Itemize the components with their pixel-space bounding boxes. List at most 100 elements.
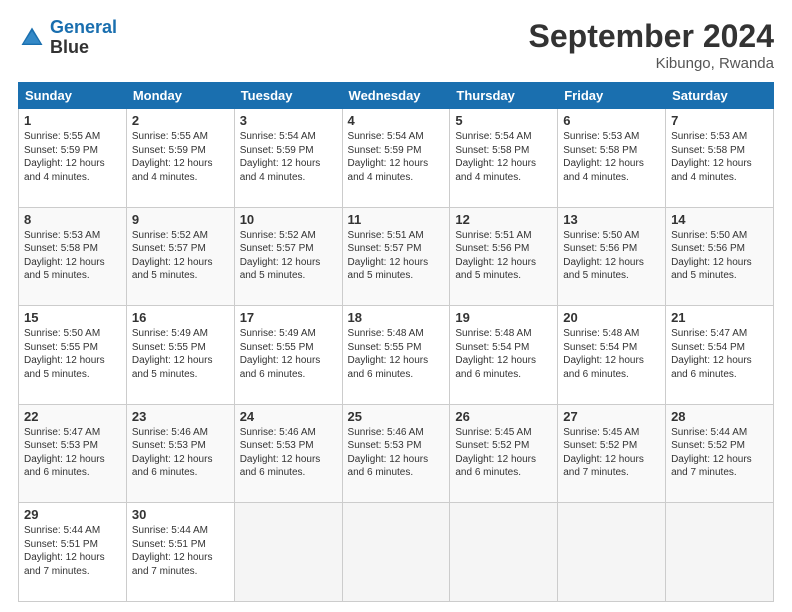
day-number: 27 [563,409,660,424]
day-number: 30 [132,507,229,522]
table-row: 26 Sunrise: 5:45 AM Sunset: 5:52 PM Dayl… [450,404,558,503]
day-number: 10 [240,212,337,227]
calendar-header-row: Sunday Monday Tuesday Wednesday Thursday… [19,83,774,109]
day-number: 6 [563,113,660,128]
table-row: 1 Sunrise: 5:55 AM Sunset: 5:59 PM Dayli… [19,109,127,208]
table-row: 30 Sunrise: 5:44 AM Sunset: 5:51 PM Dayl… [126,503,234,602]
table-row: 23 Sunrise: 5:46 AM Sunset: 5:53 PM Dayl… [126,404,234,503]
logo-icon [18,24,46,52]
table-row [666,503,774,602]
calendar-week-row: 1 Sunrise: 5:55 AM Sunset: 5:59 PM Dayli… [19,109,774,208]
logo-text: General Blue [50,18,117,58]
day-info: Sunrise: 5:48 AM Sunset: 5:54 PM Dayligh… [563,327,660,381]
day-info: Sunrise: 5:46 AM Sunset: 5:53 PM Dayligh… [240,426,337,480]
day-info: Sunrise: 5:49 AM Sunset: 5:55 PM Dayligh… [132,327,229,381]
day-info: Sunrise: 5:55 AM Sunset: 5:59 PM Dayligh… [24,130,121,184]
day-info: Sunrise: 5:55 AM Sunset: 5:59 PM Dayligh… [132,130,229,184]
day-number: 15 [24,310,121,325]
day-info: Sunrise: 5:50 AM Sunset: 5:56 PM Dayligh… [563,229,660,283]
title-block: September 2024 Kibungo, Rwanda [529,18,774,72]
calendar-table: Sunday Monday Tuesday Wednesday Thursday… [18,82,774,602]
day-number: 21 [671,310,768,325]
month-title: September 2024 [529,18,774,55]
calendar-week-row: 15 Sunrise: 5:50 AM Sunset: 5:55 PM Dayl… [19,306,774,405]
calendar-week-row: 29 Sunrise: 5:44 AM Sunset: 5:51 PM Dayl… [19,503,774,602]
day-number: 8 [24,212,121,227]
day-info: Sunrise: 5:47 AM Sunset: 5:53 PM Dayligh… [24,426,121,480]
day-number: 7 [671,113,768,128]
day-number: 16 [132,310,229,325]
day-number: 25 [348,409,445,424]
col-monday: Monday [126,83,234,109]
day-info: Sunrise: 5:46 AM Sunset: 5:53 PM Dayligh… [348,426,445,480]
table-row [342,503,450,602]
table-row: 2 Sunrise: 5:55 AM Sunset: 5:59 PM Dayli… [126,109,234,208]
day-number: 2 [132,113,229,128]
calendar-week-row: 8 Sunrise: 5:53 AM Sunset: 5:58 PM Dayli… [19,207,774,306]
day-number: 11 [348,212,445,227]
header: General Blue September 2024 Kibungo, Rwa… [18,18,774,72]
page: General Blue September 2024 Kibungo, Rwa… [0,0,792,612]
table-row: 18 Sunrise: 5:48 AM Sunset: 5:55 PM Dayl… [342,306,450,405]
day-info: Sunrise: 5:49 AM Sunset: 5:55 PM Dayligh… [240,327,337,381]
day-number: 4 [348,113,445,128]
col-wednesday: Wednesday [342,83,450,109]
table-row: 17 Sunrise: 5:49 AM Sunset: 5:55 PM Dayl… [234,306,342,405]
col-saturday: Saturday [666,83,774,109]
table-row: 7 Sunrise: 5:53 AM Sunset: 5:58 PM Dayli… [666,109,774,208]
location-subtitle: Kibungo, Rwanda [529,55,774,72]
col-sunday: Sunday [19,83,127,109]
day-info: Sunrise: 5:52 AM Sunset: 5:57 PM Dayligh… [240,229,337,283]
table-row: 14 Sunrise: 5:50 AM Sunset: 5:56 PM Dayl… [666,207,774,306]
table-row [234,503,342,602]
day-info: Sunrise: 5:50 AM Sunset: 5:56 PM Dayligh… [671,229,768,283]
table-row: 15 Sunrise: 5:50 AM Sunset: 5:55 PM Dayl… [19,306,127,405]
table-row [450,503,558,602]
col-friday: Friday [558,83,666,109]
day-info: Sunrise: 5:44 AM Sunset: 5:51 PM Dayligh… [132,524,229,578]
day-number: 22 [24,409,121,424]
day-info: Sunrise: 5:52 AM Sunset: 5:57 PM Dayligh… [132,229,229,283]
day-number: 12 [455,212,552,227]
day-number: 18 [348,310,445,325]
day-number: 23 [132,409,229,424]
day-info: Sunrise: 5:50 AM Sunset: 5:55 PM Dayligh… [24,327,121,381]
table-row [558,503,666,602]
table-row: 13 Sunrise: 5:50 AM Sunset: 5:56 PM Dayl… [558,207,666,306]
day-number: 13 [563,212,660,227]
day-number: 3 [240,113,337,128]
day-info: Sunrise: 5:48 AM Sunset: 5:54 PM Dayligh… [455,327,552,381]
table-row: 11 Sunrise: 5:51 AM Sunset: 5:57 PM Dayl… [342,207,450,306]
table-row: 24 Sunrise: 5:46 AM Sunset: 5:53 PM Dayl… [234,404,342,503]
day-info: Sunrise: 5:53 AM Sunset: 5:58 PM Dayligh… [563,130,660,184]
day-info: Sunrise: 5:54 AM Sunset: 5:59 PM Dayligh… [348,130,445,184]
day-info: Sunrise: 5:46 AM Sunset: 5:53 PM Dayligh… [132,426,229,480]
day-number: 28 [671,409,768,424]
day-number: 24 [240,409,337,424]
calendar-week-row: 22 Sunrise: 5:47 AM Sunset: 5:53 PM Dayl… [19,404,774,503]
day-info: Sunrise: 5:45 AM Sunset: 5:52 PM Dayligh… [563,426,660,480]
day-info: Sunrise: 5:45 AM Sunset: 5:52 PM Dayligh… [455,426,552,480]
day-info: Sunrise: 5:51 AM Sunset: 5:57 PM Dayligh… [348,229,445,283]
table-row: 9 Sunrise: 5:52 AM Sunset: 5:57 PM Dayli… [126,207,234,306]
col-tuesday: Tuesday [234,83,342,109]
day-info: Sunrise: 5:53 AM Sunset: 5:58 PM Dayligh… [671,130,768,184]
col-thursday: Thursday [450,83,558,109]
day-info: Sunrise: 5:48 AM Sunset: 5:55 PM Dayligh… [348,327,445,381]
table-row: 22 Sunrise: 5:47 AM Sunset: 5:53 PM Dayl… [19,404,127,503]
table-row: 10 Sunrise: 5:52 AM Sunset: 5:57 PM Dayl… [234,207,342,306]
table-row: 5 Sunrise: 5:54 AM Sunset: 5:58 PM Dayli… [450,109,558,208]
day-info: Sunrise: 5:51 AM Sunset: 5:56 PM Dayligh… [455,229,552,283]
table-row: 8 Sunrise: 5:53 AM Sunset: 5:58 PM Dayli… [19,207,127,306]
table-row: 3 Sunrise: 5:54 AM Sunset: 5:59 PM Dayli… [234,109,342,208]
day-number: 26 [455,409,552,424]
day-number: 1 [24,113,121,128]
day-info: Sunrise: 5:54 AM Sunset: 5:58 PM Dayligh… [455,130,552,184]
table-row: 19 Sunrise: 5:48 AM Sunset: 5:54 PM Dayl… [450,306,558,405]
day-info: Sunrise: 5:54 AM Sunset: 5:59 PM Dayligh… [240,130,337,184]
day-number: 5 [455,113,552,128]
table-row: 12 Sunrise: 5:51 AM Sunset: 5:56 PM Dayl… [450,207,558,306]
day-number: 29 [24,507,121,522]
day-info: Sunrise: 5:44 AM Sunset: 5:52 PM Dayligh… [671,426,768,480]
table-row: 28 Sunrise: 5:44 AM Sunset: 5:52 PM Dayl… [666,404,774,503]
